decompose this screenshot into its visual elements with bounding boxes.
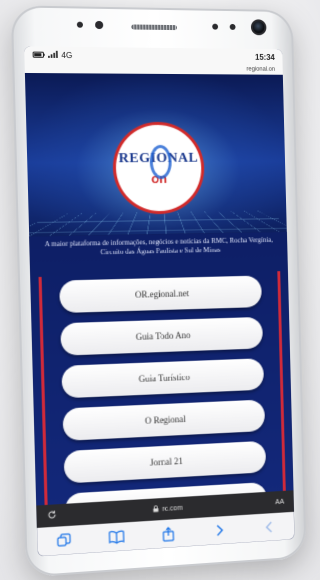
tabs-icon[interactable] [55, 531, 74, 550]
lock-icon [153, 504, 159, 514]
phone-mockup: 4G 15:34 regional.on REGIONAL on A maior… [10, 5, 307, 578]
site-logo[interactable]: REGIONAL on [111, 121, 206, 215]
phone-screen: 4G 15:34 regional.on REGIONAL on A maior… [24, 46, 295, 557]
status-right: 15:34 [255, 52, 275, 61]
menu-button-guia-turistico[interactable]: Guia Turístico [61, 358, 265, 399]
main-content: A maior plataforma de informações, negóc… [29, 231, 294, 506]
site-tagline: A maior plataforma de informações, negóc… [44, 235, 273, 257]
signal-icon [47, 49, 58, 59]
battery-icon [33, 50, 46, 59]
logo-ring-decoration [149, 144, 173, 180]
menu-button-jornal-21[interactable]: Jornal 21 [63, 440, 267, 484]
back-icon[interactable] [261, 518, 279, 537]
sensor-dot [212, 23, 219, 30]
menu-button-regional-net[interactable]: OR.egional.net [59, 275, 262, 314]
bookmarks-icon[interactable] [107, 527, 126, 546]
status-time: 15:34 [255, 52, 275, 62]
menu-button-o-regional[interactable]: O Regional [62, 399, 266, 441]
sensor-dot [76, 21, 84, 28]
phone-top-bezel [11, 5, 294, 49]
url-text: rc.com [162, 504, 183, 513]
status-left: 4G [33, 49, 73, 60]
forward-icon[interactable] [210, 521, 228, 540]
sensor-dot [229, 23, 236, 30]
earpiece-speaker [131, 24, 178, 31]
sensor-dot [95, 20, 104, 30]
carrier-label: 4G [61, 50, 73, 60]
link-menu: OR.egional.net Guia Todo Ano Guia Turíst… [30, 275, 293, 506]
reload-icon[interactable] [47, 509, 58, 522]
share-icon[interactable] [159, 524, 177, 543]
menu-button-guia-todo-ano[interactable]: Guia Todo Ano [60, 316, 264, 356]
hero-banner: REGIONAL on [24, 72, 287, 237]
stage: 4G 15:34 regional.on REGIONAL on A maior… [0, 0, 320, 580]
text-size-button[interactable]: AA [275, 498, 284, 505]
front-camera [250, 19, 267, 36]
url-display[interactable]: rc.com [153, 503, 183, 514]
